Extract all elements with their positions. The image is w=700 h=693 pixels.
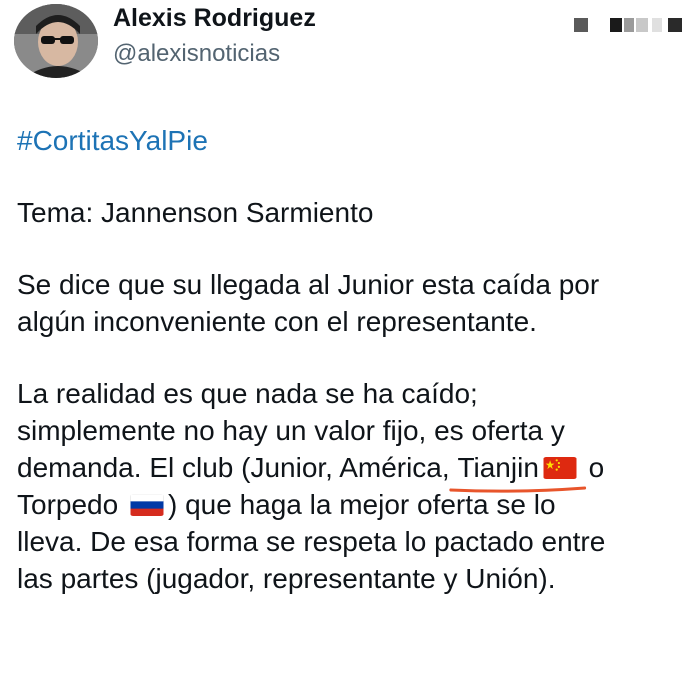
- topic-line: Tema: Jannenson Sarmiento: [17, 197, 374, 228]
- post-body: #CortitasYalPie Tema: Jannenson Sarmient…: [17, 122, 687, 632]
- paragraph-2-line-1: La realidad es que nada se ha caído;: [17, 378, 478, 409]
- paragraph-2-line-2: simplemente no hay un valor fijo, es ofe…: [17, 415, 565, 446]
- paragraph-2: La realidad es que nada se ha caído; sim…: [17, 375, 687, 597]
- hashtag-link[interactable]: #CortitasYalPie: [17, 122, 687, 159]
- tianjin-text: Tianjin: [457, 452, 539, 483]
- paragraph-1-line-2: algún inconveniente con el representante…: [17, 306, 537, 337]
- paragraph-2-line-3: demanda. El club (Junior, América, Tianj…: [17, 449, 687, 493]
- text-segment: demanda. El club (Junior, América,: [17, 452, 458, 483]
- paragraph-1-line-1: Se dice que su llegada al Junior esta ca…: [17, 269, 600, 300]
- paragraph-2-line-5: lleva. De esa forma se respeta lo pactad…: [17, 526, 606, 557]
- avatar[interactable]: [14, 4, 98, 78]
- post-header: Alexis Rodriguez @alexisnoticias: [0, 0, 700, 100]
- profile-photo-icon: [14, 4, 98, 78]
- more-options-icon[interactable]: [574, 14, 684, 36]
- china-flag-icon: [543, 457, 577, 479]
- tianjin-highlight: Tianjin: [449, 449, 587, 493]
- text-segment: Torpedo: [17, 489, 126, 520]
- annotation-underline: [449, 484, 587, 496]
- author-display-name[interactable]: Alexis Rodriguez: [113, 4, 316, 33]
- author-handle[interactable]: @alexisnoticias: [113, 40, 280, 68]
- paragraph-1: Se dice que su llegada al Junior esta ca…: [17, 266, 687, 340]
- text-segment: o: [580, 452, 605, 483]
- paragraph-2-line-6: las partes (jugador, representante y Uni…: [17, 563, 556, 594]
- russia-flag-icon: [130, 494, 164, 516]
